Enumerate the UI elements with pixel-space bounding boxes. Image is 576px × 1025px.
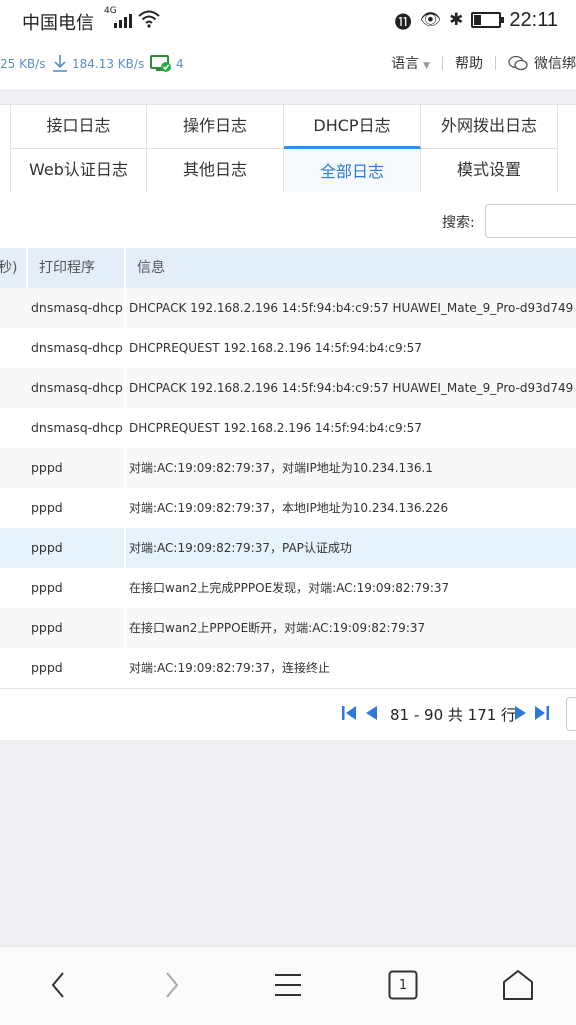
- table-row[interactable]: dnsmasq-dhcp DHCPACK 192.168.2.196 14:5f:…: [0, 288, 576, 328]
- cell-message: 对端:AC:19:09:82:79:37，PAP认证成功: [129, 541, 352, 555]
- tab-count: 1: [398, 977, 408, 993]
- cell-message: 在接口wan2上完成PPPOE发现，对端:AC:19:09:82:79:37: [129, 581, 450, 595]
- divider: [495, 56, 496, 70]
- search-label: 搜索:: [442, 215, 475, 231]
- caret-down-icon: ▼: [423, 61, 430, 71]
- cell-program: pppd: [31, 540, 63, 555]
- connected-devices-icon[interactable]: [150, 55, 172, 73]
- wechat-icon: [508, 55, 528, 71]
- signal-icon: [114, 12, 134, 28]
- cell-message: 对端:AC:19:09:82:79:37，对端IP地址为10.234.136.1: [129, 461, 433, 475]
- first-page-icon[interactable]: [340, 703, 358, 723]
- cell-message: DHCPREQUEST 192.168.2.196 14:5f:94:b4:c9…: [129, 421, 422, 435]
- tab-other-log[interactable]: 其他日志: [147, 149, 284, 193]
- cell-message: 在接口wan2上PPPOE断开，对端:AC:19:09:82:79:37: [129, 621, 426, 635]
- cell-message: DHCPACK 192.168.2.196 14:5f:94:b4:c9:57 …: [129, 381, 574, 395]
- column-divider: [124, 488, 126, 528]
- tab-interface-log[interactable]: 接口日志: [10, 105, 147, 149]
- col-header-message[interactable]: 信息: [137, 248, 165, 288]
- cell-program: pppd: [31, 460, 63, 475]
- help-link[interactable]: 帮助: [455, 53, 483, 73]
- column-divider: [124, 448, 126, 488]
- cell-program: pppd: [31, 500, 63, 515]
- chevron-left-icon: [51, 972, 64, 998]
- column-divider: [124, 568, 126, 608]
- search-input[interactable]: [485, 204, 576, 238]
- home-button[interactable]: [498, 965, 538, 1005]
- table-row[interactable]: pppd 对端:AC:19:09:82:79:37，对端IP地址为10.234.1…: [0, 448, 576, 488]
- page-jump-input[interactable]: [566, 697, 576, 731]
- cell-message: DHCPACK 192.168.2.196 14:5f:94:b4:c9:57 …: [129, 301, 574, 315]
- wechat-bind-link[interactable]: 微信绑: [534, 53, 576, 73]
- cell-program: dnsmasq-dhcp: [31, 380, 123, 395]
- cell-program: pppd: [31, 620, 63, 635]
- cell-program: dnsmasq-dhcp: [31, 420, 123, 435]
- table-row[interactable]: pppd 在接口wan2上完成PPPOE发现，对端:AC:19:09:82:79:…: [0, 568, 576, 608]
- cell-program: dnsmasq-dhcp: [31, 340, 123, 355]
- column-divider: [124, 328, 126, 368]
- table-row[interactable]: dnsmasq-dhcp DHCPACK 192.168.2.196 14:5f:…: [0, 368, 576, 408]
- browser-nav-bar: 1: [0, 946, 576, 1025]
- table-row[interactable]: dnsmasq-dhcp DHCPREQUEST 192.168.2.196 14…: [0, 328, 576, 368]
- tab-all-log[interactable]: 全部日志: [284, 149, 421, 193]
- column-divider: [124, 288, 126, 328]
- tab-dhcp-log[interactable]: DHCP日志: [284, 105, 421, 149]
- cell-program: pppd: [31, 660, 63, 675]
- column-divider: [124, 528, 126, 568]
- table-row[interactable]: dnsmasq-dhcp DHCPREQUEST 192.168.2.196 14…: [0, 408, 576, 448]
- pagination: 81 - 90 共 171 行: [0, 688, 576, 739]
- menu-button[interactable]: [268, 965, 308, 1005]
- download-arrow-icon: [53, 55, 67, 72]
- tab-operation-log[interactable]: 操作日志: [147, 105, 284, 149]
- tabs-button[interactable]: 1: [383, 965, 423, 1005]
- last-page-icon[interactable]: [533, 703, 551, 723]
- status-bar: 中国电信 4G ⓫ 👁 ✱ 22:11: [0, 0, 576, 40]
- tab-mode-settings[interactable]: 模式设置: [421, 149, 558, 193]
- eye-comfort-icon: 👁: [419, 10, 442, 30]
- column-divider: [124, 368, 126, 408]
- page-range-text: 81 - 90 共 171 行: [390, 706, 517, 724]
- cell-message: 对端:AC:19:09:82:79:37，本地IP地址为10.234.136.2…: [129, 501, 449, 515]
- tab-wan-dial-log[interactable]: 外网拨出日志: [421, 105, 558, 149]
- table-row[interactable]: pppd 对端:AC:19:09:82:79:37，本地IP地址为10.234.1…: [0, 488, 576, 528]
- divider: [442, 56, 443, 70]
- language-menu[interactable]: 语言 ▼: [391, 53, 430, 73]
- table-row[interactable]: pppd 在接口wan2上PPPOE断开，对端:AC:19:09:82:79:37: [0, 608, 576, 648]
- clock: 22:11: [509, 8, 558, 31]
- upload-speed: 25 KB/s: [0, 57, 46, 71]
- forward-button[interactable]: [152, 965, 192, 1005]
- cell-message: 对端:AC:19:09:82:79:37，连接终止: [129, 661, 330, 675]
- router-top-bar: 25 KB/s 184.13 KB/s 4 语言 ▼ 帮助 微信绑: [0, 40, 576, 91]
- hamburger-menu-icon: [275, 974, 301, 996]
- prev-page-icon[interactable]: [362, 703, 380, 723]
- column-divider: [124, 408, 126, 448]
- device-count: 4: [176, 57, 184, 71]
- data-saver-icon: ⓫: [394, 12, 412, 33]
- wifi-icon: [138, 10, 160, 28]
- language-label: 语言: [391, 56, 420, 72]
- column-divider: [124, 608, 126, 648]
- table-header: 秒) 打印程序 信息: [0, 248, 576, 288]
- log-panel: 搜索: 秒) 打印程序 信息 dnsmasq-dhcp DHCPACK 192.1…: [0, 192, 576, 740]
- home-icon: [503, 970, 533, 1000]
- back-button[interactable]: [38, 965, 78, 1005]
- cell-program: pppd: [31, 580, 63, 595]
- cell-program: dnsmasq-dhcp: [31, 300, 123, 315]
- carrier-name: 中国电信: [22, 13, 94, 34]
- battery-icon: [471, 12, 505, 28]
- table-row[interactable]: pppd 对端:AC:19:09:82:79:37，连接终止: [0, 648, 576, 688]
- bluetooth-icon: ✱: [449, 10, 464, 30]
- col-header-time[interactable]: 秒): [0, 248, 17, 288]
- cell-message: DHCPREQUEST 192.168.2.196 14:5f:94:b4:c9…: [129, 341, 422, 355]
- chevron-right-icon: [166, 972, 179, 998]
- tab-web-auth-log[interactable]: Web认证日志: [10, 149, 147, 193]
- col-header-program[interactable]: 打印程序: [39, 248, 95, 288]
- column-divider: [124, 648, 126, 688]
- log-tabs: 接口日志 操作日志 DHCP日志 外网拨出日志 Web认证日志 其他日志 全部日…: [0, 104, 576, 197]
- download-speed: 184.13 KB/s: [72, 57, 145, 71]
- table-row[interactable]: pppd 对端:AC:19:09:82:79:37，PAP认证成功: [0, 528, 576, 568]
- next-page-icon[interactable]: [512, 703, 530, 723]
